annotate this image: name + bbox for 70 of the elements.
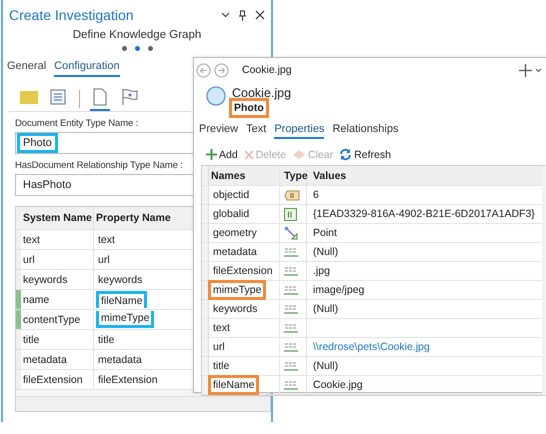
table-cell: (Null) (313, 360, 338, 372)
tab[interactable]: Relationships (332, 123, 398, 139)
table-cell: title (209, 357, 280, 375)
tab[interactable]: Configuration (54, 60, 120, 77)
table-cell: mimeType (209, 281, 280, 299)
table-cell: fileExtension (209, 262, 280, 280)
pin-icon[interactable] (239, 10, 246, 20)
table-cell: contentType (21, 310, 94, 329)
table-cell: text (209, 319, 280, 337)
column-header[interactable]: Values (307, 166, 542, 185)
plus-icon (206, 149, 217, 160)
caret-icon[interactable] (535, 68, 542, 72)
object-id-icon (284, 190, 300, 200)
popup-title: Cookie.jpg (242, 64, 292, 76)
url-link[interactable]: \\redrose\pets\Cookie.jpg (313, 341, 430, 353)
table-cell: text (21, 230, 94, 249)
table-cell: Cookie.jpg (313, 379, 363, 391)
text-type-icon (284, 247, 298, 257)
table-cell: .jpg (313, 265, 330, 277)
table-cell: title (21, 330, 94, 349)
text-type-icon (284, 266, 298, 276)
field-label: Document Entity Type Name : (15, 118, 138, 129)
text-type-icon (284, 342, 298, 352)
table-cell: (Null) (313, 303, 338, 315)
geometry-icon (284, 226, 299, 240)
document-icon[interactable] (90, 88, 110, 110)
table-cell: image/jpeg (313, 284, 364, 296)
table-cell: keywords (21, 270, 94, 289)
table-cell: fileExtension (21, 370, 94, 389)
text-type-icon (284, 361, 298, 371)
table-cell: url (209, 338, 280, 356)
pane-title: Create Investigation (9, 7, 135, 23)
column-header[interactable]: Type (280, 166, 307, 185)
close-icon[interactable] (255, 10, 265, 20)
chevron-icon[interactable] (221, 12, 230, 18)
table-cell: Point (313, 227, 337, 239)
column-header[interactable]: System Name (21, 207, 94, 229)
table-cell: (Null) (313, 246, 338, 258)
table-cell: url (21, 250, 94, 269)
forward-icon[interactable] (214, 62, 229, 78)
entity-type: Photo (232, 101, 266, 115)
entity-name: Cookie.jpg (232, 86, 292, 100)
text-type-icon (284, 304, 298, 314)
refresh-icon (339, 148, 352, 161)
text-type-icon (284, 285, 298, 295)
wizard-step-title: Define Knowledge Graph (72, 29, 202, 41)
tab[interactable]: General (7, 60, 46, 77)
table-cell: metadata (21, 350, 94, 369)
table-cell: keywords (209, 300, 280, 318)
eraser-icon (292, 149, 306, 160)
scrollbar[interactable] (16, 396, 270, 411)
text-type-icon (284, 380, 298, 390)
global-id-icon (284, 208, 297, 220)
table-cell: 6 (313, 189, 319, 201)
table-cell: name (21, 290, 94, 309)
x-icon (244, 150, 254, 160)
plus-icon[interactable] (519, 64, 532, 76)
field-label: HasDocument Relationship Type Name : (15, 160, 183, 171)
column-header[interactable]: Names (209, 166, 280, 185)
table-cell: objectid (209, 186, 280, 204)
refresh-button[interactable]: Refresh (339, 148, 391, 161)
table-cell: {1EAD3329-816A-4902-B21E-6D2017A1ADF3} (313, 208, 535, 220)
table-cell: metadata (209, 243, 280, 261)
table-cell: fileName (209, 376, 280, 394)
back-icon[interactable] (196, 62, 211, 78)
table-cell: globalid (209, 205, 280, 223)
table-cell: geometry (209, 224, 280, 242)
text-type-icon (284, 323, 298, 333)
tab[interactable]: Properties (274, 123, 324, 139)
entity-circle-icon (206, 86, 226, 106)
